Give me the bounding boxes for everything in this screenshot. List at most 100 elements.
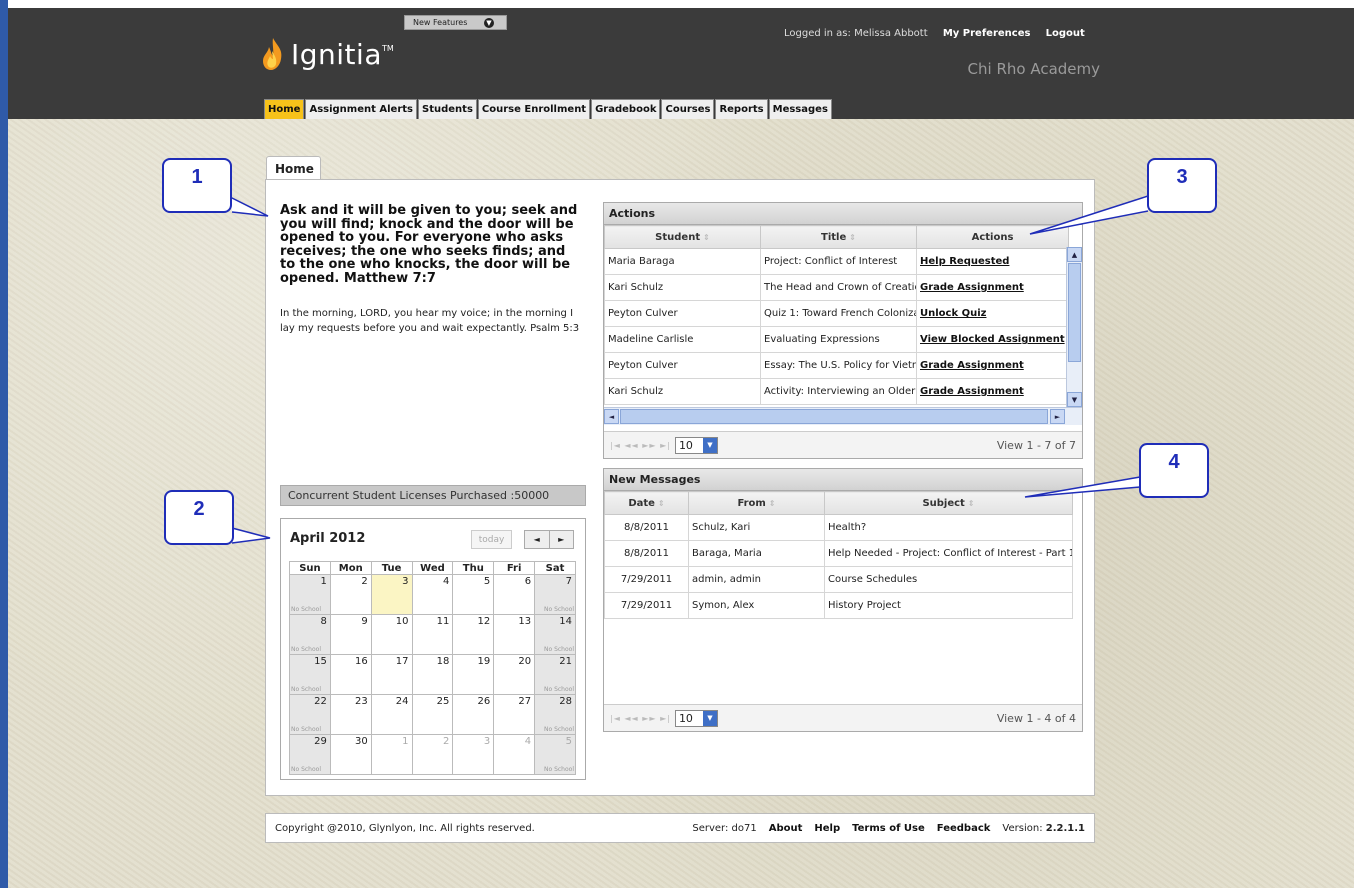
column-header-subject[interactable]: Subject ⇕: [824, 491, 1073, 515]
calendar-day[interactable]: 2: [411, 734, 454, 775]
calendar-day[interactable]: 14 No School: [534, 614, 576, 655]
tab-messages[interactable]: Messages: [768, 99, 832, 119]
table-row[interactable]: 8/8/2011 Baraga, Maria Help Needed - Proje…: [604, 540, 1073, 567]
calendar-day-number: 6: [524, 576, 532, 587]
page-size-select[interactable]: 10 ▼: [674, 709, 718, 727]
column-header-date[interactable]: Date ⇕: [604, 491, 689, 515]
table-row[interactable]: Maria Baraga Project: Conflict of Interes…: [604, 248, 1069, 275]
table-row[interactable]: Peyton Culver Essay: The U.S. Policy for …: [604, 352, 1069, 379]
calendar-day[interactable]: 13: [493, 614, 536, 655]
scroll-up-icon[interactable]: ▲: [1067, 247, 1082, 262]
calendar-day[interactable]: 12: [452, 614, 495, 655]
home-panel-tab[interactable]: Home: [266, 156, 321, 180]
tab-gradebook[interactable]: Gradebook: [591, 99, 661, 119]
table-cell: Activity: Interviewing an Older Relative: [760, 378, 917, 405]
calendar-day[interactable]: 6: [493, 574, 536, 615]
scroll-thumb[interactable]: [1068, 263, 1081, 362]
pager-nav-icons[interactable]: |◄ ◄◄ ►► ►|: [610, 714, 671, 723]
version-number: 2.2.1.1: [1045, 822, 1085, 834]
calendar-today-button[interactable]: today: [471, 530, 512, 549]
calendar-day[interactable]: 29 No School: [289, 734, 331, 775]
calendar-day[interactable]: 4: [493, 734, 536, 775]
calendar-day[interactable]: 20: [493, 654, 536, 695]
calendar-day[interactable]: 1: [370, 734, 413, 775]
pager-nav-icons[interactable]: |◄ ◄◄ ►► ►|: [610, 441, 671, 450]
tab-students[interactable]: Students: [418, 99, 477, 119]
scroll-down-icon[interactable]: ▼: [1067, 392, 1082, 407]
calendar-day[interactable]: 4: [411, 574, 454, 615]
calendar-day[interactable]: 16: [329, 654, 372, 695]
calendar-day[interactable]: 1 No School: [289, 574, 331, 615]
column-header-title[interactable]: Title ⇕: [760, 225, 917, 249]
user-name: Melissa Abbott: [854, 28, 928, 39]
calendar-day-number: 2: [443, 736, 450, 747]
calendar-day[interactable]: 18: [411, 654, 454, 695]
calendar-day[interactable]: 3: [452, 734, 495, 775]
actions-horizontal-scrollbar[interactable]: ◄ ►: [604, 407, 1082, 425]
scroll-right-icon[interactable]: ►: [1050, 409, 1065, 424]
calendar-prev-button[interactable]: ◄: [525, 531, 549, 548]
calendar-day[interactable]: 21 No School: [534, 654, 576, 695]
table-row[interactable]: Madeline Carlisle Evaluating Expressions V…: [604, 326, 1069, 353]
table-row[interactable]: 7/29/2011 admin, admin Course Schedules: [604, 566, 1073, 593]
logo-trademark: TM: [381, 43, 394, 53]
calendar-day[interactable]: 10: [370, 614, 413, 655]
about-link[interactable]: About: [769, 823, 803, 834]
action-link[interactable]: Grade Assignment: [916, 352, 1069, 379]
callout-3: 3: [1147, 158, 1217, 213]
table-row[interactable]: Peyton Culver Quiz 1: Toward French Colon…: [604, 300, 1069, 327]
calendar-day[interactable]: 8 No School: [289, 614, 331, 655]
calendar-day[interactable]: 15 No School: [289, 654, 331, 695]
table-row[interactable]: 7/29/2011 Symon, Alex History Project: [604, 592, 1073, 619]
calendar-day[interactable]: 23: [329, 694, 372, 735]
calendar-day[interactable]: 22 No School: [289, 694, 331, 735]
page-size-select[interactable]: 10 ▼: [674, 436, 718, 454]
calendar-day[interactable]: 26: [452, 694, 495, 735]
table-row[interactable]: Kari Schulz Activity: Interviewing an Old…: [604, 378, 1069, 405]
feedback-link[interactable]: Feedback: [937, 823, 991, 834]
column-header-from[interactable]: From ⇕: [688, 491, 825, 515]
terms-of-use-link[interactable]: Terms of Use: [852, 823, 925, 834]
action-link[interactable]: View Blocked Assignment: [916, 326, 1069, 353]
tab-courses[interactable]: Courses: [661, 99, 715, 119]
column-header-label: Date: [628, 497, 655, 509]
column-header-actions[interactable]: Actions: [916, 225, 1069, 249]
table-cell: History Project: [824, 592, 1073, 619]
tab-reports[interactable]: Reports: [715, 99, 768, 119]
tab-home[interactable]: Home: [264, 99, 305, 119]
action-link[interactable]: Unlock Quiz: [916, 300, 1069, 327]
action-link[interactable]: Grade Assignment: [916, 274, 1069, 301]
weekday-header: Wed: [411, 561, 454, 575]
calendar-day[interactable]: 19: [452, 654, 495, 695]
table-row[interactable]: Kari Schulz The Head and Crown of Creatio…: [604, 274, 1069, 301]
tab-course-enrollment[interactable]: Course Enrollment: [477, 99, 591, 119]
calendar-day[interactable]: 28 No School: [534, 694, 576, 735]
calendar-day[interactable]: 3: [370, 574, 413, 615]
tab-assignment-alerts[interactable]: Assignment Alerts: [305, 99, 417, 119]
calendar-day[interactable]: 7 No School: [534, 574, 576, 615]
calendar-day[interactable]: 17: [370, 654, 413, 695]
calendar-next-button[interactable]: ►: [548, 531, 574, 548]
action-link[interactable]: Help Requested: [916, 248, 1069, 275]
actions-vertical-scrollbar[interactable]: ▲ ▼: [1066, 247, 1082, 407]
actions-grid: Actions Student ⇕ Title ⇕ Actions Maria Ba…: [603, 202, 1083, 459]
new-features-button[interactable]: New Features ▼: [404, 15, 507, 30]
table-row[interactable]: 8/8/2011 Schulz, Kari Health?: [604, 514, 1073, 541]
calendar-day[interactable]: 24: [370, 694, 413, 735]
calendar-day[interactable]: 5: [452, 574, 495, 615]
calendar-day[interactable]: 11: [411, 614, 454, 655]
calendar-day[interactable]: 2: [329, 574, 372, 615]
calendar-day[interactable]: 9: [329, 614, 372, 655]
action-link[interactable]: Grade Assignment: [916, 378, 1069, 405]
logout-link[interactable]: Logout: [1046, 28, 1085, 39]
calendar-day[interactable]: 27: [493, 694, 536, 735]
help-link[interactable]: Help: [814, 823, 840, 834]
calendar-day[interactable]: 30: [329, 734, 372, 775]
column-header-student[interactable]: Student ⇕: [604, 225, 761, 249]
my-preferences-link[interactable]: My Preferences: [943, 28, 1031, 39]
calendar-day[interactable]: 5 No School: [534, 734, 576, 775]
scroll-left-icon[interactable]: ◄: [604, 409, 619, 424]
scroll-thumb[interactable]: [620, 409, 1048, 424]
table-cell: Kari Schulz: [604, 274, 761, 301]
calendar-day[interactable]: 25: [411, 694, 454, 735]
